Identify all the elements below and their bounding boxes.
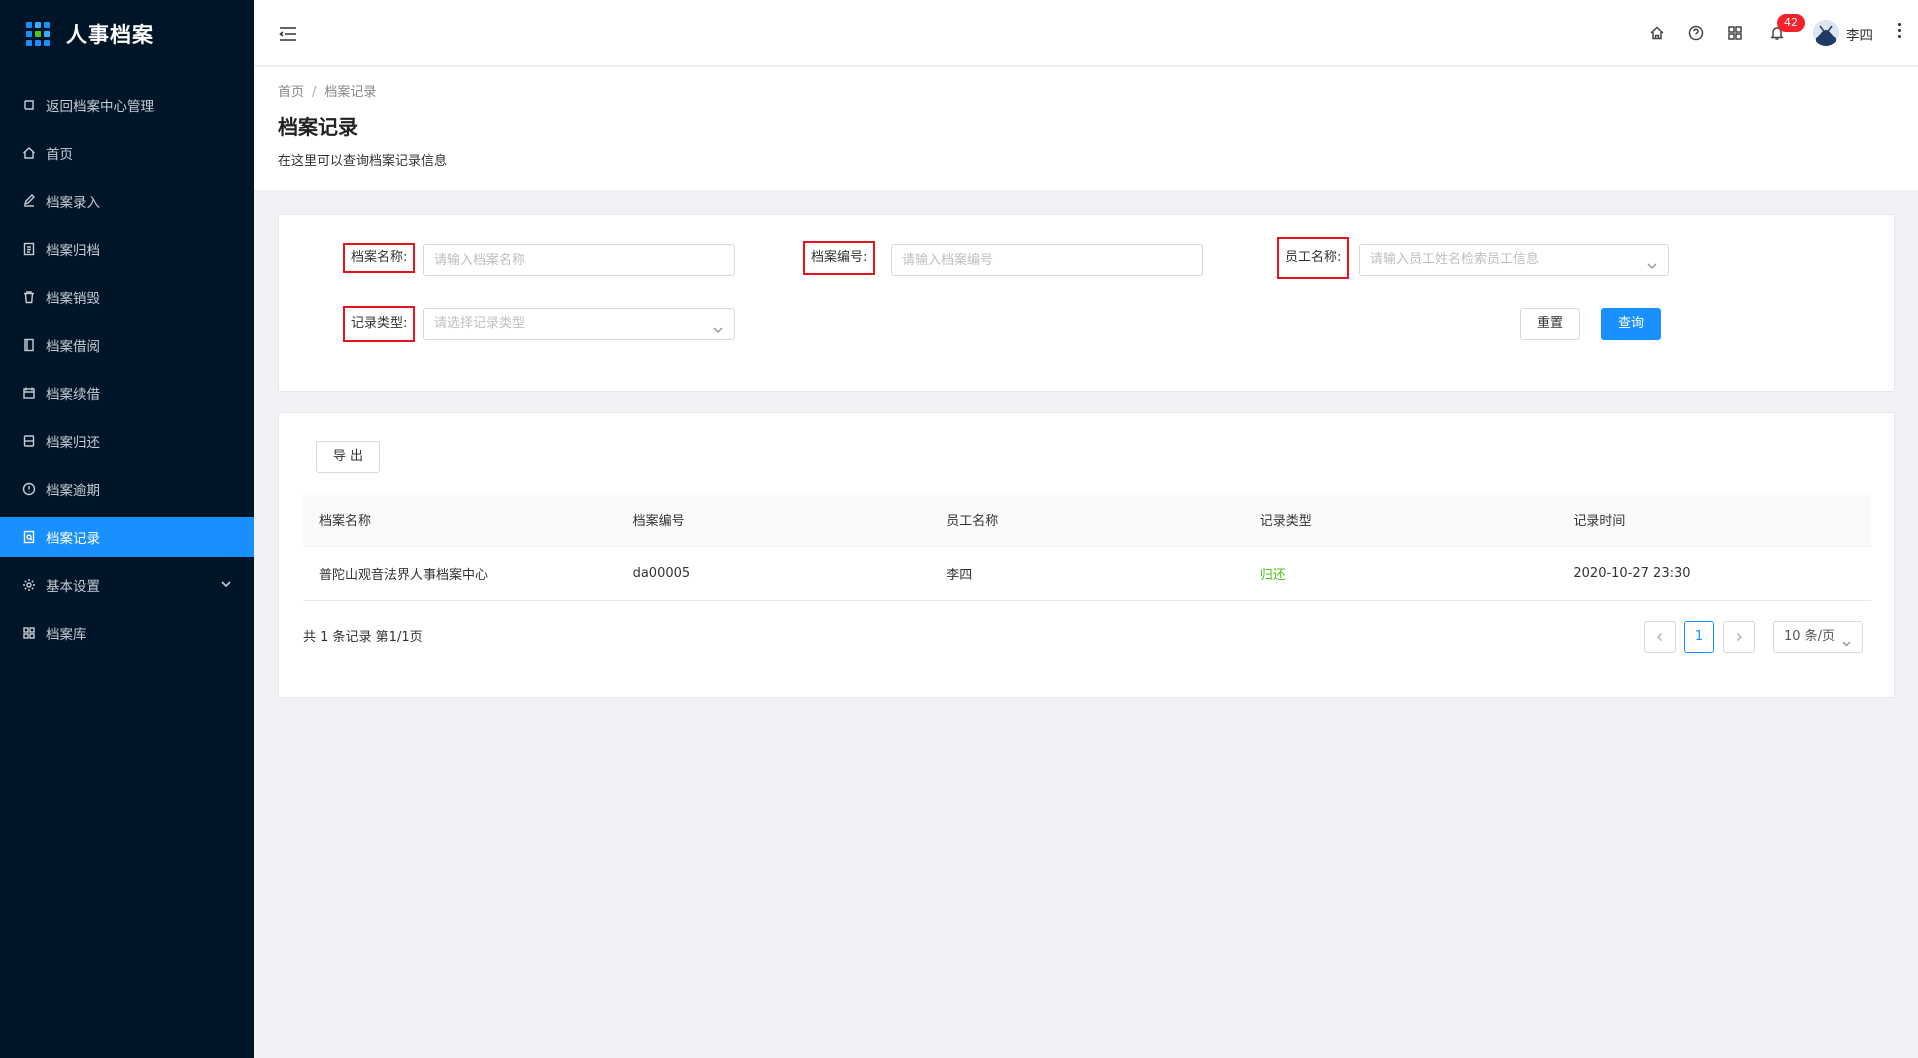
employee-select[interactable]: 请输入员工姓名检索员工信息	[1359, 244, 1669, 276]
sidebar-item-label: 档案借阅	[46, 339, 100, 355]
records-table: 档案名称 档案编号 员工名称 记录类型 记录时间 普陀山观音法界人事档案中心 d…	[303, 493, 1871, 601]
return-box-icon	[22, 434, 36, 448]
search-form: 档案名称: 档案编号: 员工名称: 请输入员工姓名检索员工信息 记录类型: 请选…	[278, 214, 1895, 392]
logo[interactable]: 人事档案	[0, 0, 254, 68]
archive-doc-icon	[22, 242, 36, 256]
sidebar-item-label: 档案归档	[46, 243, 100, 259]
archive-no-label: 档案编号:	[803, 241, 876, 275]
archive-name-label: 档案名称:	[343, 243, 416, 273]
column-header[interactable]: 档案编号	[617, 510, 931, 529]
table-cell: da00005	[632, 566, 691, 581]
sidebar-item-label: 档案续借	[46, 387, 100, 403]
renew-icon	[22, 386, 36, 400]
sidebar-item-label: 档案库	[46, 627, 87, 643]
breadcrumb: 首页 / 档案记录	[278, 81, 376, 100]
edit-icon	[22, 194, 36, 208]
app-title: 人事档案	[66, 23, 154, 47]
page-size-select[interactable]: 10 条/页	[1773, 621, 1863, 653]
archive-name-input[interactable]	[423, 244, 735, 276]
export-button[interactable]: 导 出	[316, 441, 380, 473]
column-header[interactable]: 记录时间	[1557, 510, 1871, 529]
sidebar-item-return-center[interactable]: 返回档案中心管理	[0, 85, 254, 125]
top-header: 42 李四	[254, 0, 1918, 66]
record-type-status: 归还	[1259, 568, 1286, 583]
record-type-select-placeholder: 请选择记录类型	[434, 316, 526, 331]
column-header[interactable]: 员工名称	[930, 510, 1244, 529]
chevron-left-icon	[1656, 632, 1663, 642]
menu-collapse-icon[interactable]	[278, 24, 298, 44]
record-type-label: 记录类型:	[343, 306, 416, 342]
breadcrumb-home[interactable]: 首页	[278, 85, 304, 100]
sidebar-item-label: 档案销毁	[46, 291, 100, 307]
sidebar-item-label: 返回档案中心管理	[46, 99, 154, 115]
sidebar-item-archive-library[interactable]: 档案库	[0, 613, 254, 653]
records-panel: 导 出 档案名称 档案编号 员工名称 记录类型 记录时间 普陀山观音法界人事档案…	[278, 412, 1895, 698]
record-type-select[interactable]: 请选择记录类型	[423, 308, 735, 340]
sidebar-item-label: 档案记录	[46, 531, 100, 547]
sidebar-item-archive-filing[interactable]: 档案归档	[0, 229, 254, 269]
book-icon	[22, 338, 36, 352]
table-cell: 普陀山观音法界人事档案中心	[319, 568, 489, 583]
employee-select-placeholder: 请输入员工姓名检索员工信息	[1370, 252, 1540, 267]
sidebar-item-archive-destroy[interactable]: 档案销毁	[0, 277, 254, 317]
return-icon	[22, 98, 36, 112]
page-header: 首页 / 档案记录 档案记录 在这里可以查询档案记录信息	[254, 67, 1918, 190]
prev-page-button[interactable]	[1644, 621, 1676, 653]
column-header[interactable]: 档案名称	[303, 510, 617, 529]
chevron-right-icon	[1736, 632, 1743, 642]
sidebar-item-archive-overdue[interactable]: 档案逾期	[0, 469, 254, 509]
page-size-value: 10 条/页	[1784, 629, 1836, 644]
table-cell: 李四	[946, 568, 973, 583]
sidebar-item-archive-return[interactable]: 档案归还	[0, 421, 254, 461]
page-title: 档案记录	[278, 115, 358, 139]
sidebar-item-basic-settings[interactable]: 基本设置	[0, 565, 254, 605]
query-button[interactable]: 查询	[1601, 308, 1661, 340]
table-row[interactable]: 普陀山观音法界人事档案中心 da00005 李四 归还 2020-10-27 2…	[303, 547, 1871, 601]
page-description: 在这里可以查询档案记录信息	[278, 154, 448, 169]
trash-icon	[22, 290, 36, 304]
more-vertical-icon[interactable]	[1894, 20, 1904, 40]
column-header[interactable]: 记录类型	[1244, 510, 1558, 529]
gear-icon	[22, 578, 36, 592]
apps-grid-icon	[26, 22, 50, 46]
sidebar-item-label: 档案归还	[46, 435, 100, 451]
table-header-row: 档案名称 档案编号 员工名称 记录类型 记录时间	[303, 493, 1871, 547]
sidebar-item-archive-borrow[interactable]: 档案借阅	[0, 325, 254, 365]
chevron-down-icon	[1646, 254, 1658, 270]
alert-circle-icon	[22, 482, 36, 496]
sidebar: 人事档案 返回档案中心管理 首页 档案录入 档案归档 档案销毁 档案借阅 档案续…	[0, 0, 254, 1058]
breadcrumb-current: 档案记录	[324, 85, 377, 100]
sidebar-item-archive-entry[interactable]: 档案录入	[0, 181, 254, 221]
next-page-button[interactable]	[1723, 621, 1755, 653]
chevron-down-icon	[220, 578, 234, 592]
sidebar-item-archive-record[interactable]: 档案记录	[0, 517, 254, 557]
home-icon	[22, 146, 36, 160]
pagination-summary: 共 1 条记录 第1/1页	[303, 630, 423, 645]
chevron-down-icon	[1841, 631, 1852, 661]
sidebar-item-label: 基本设置	[46, 579, 100, 595]
sidebar-item-home[interactable]: 首页	[0, 133, 254, 173]
grid-icon	[22, 626, 36, 640]
archive-no-input[interactable]	[891, 244, 1203, 276]
sidebar-item-label: 档案录入	[46, 195, 100, 211]
help-icon[interactable]	[1688, 25, 1706, 43]
table-cell: 2020-10-27 23:30	[1573, 566, 1691, 581]
record-icon	[22, 530, 36, 544]
page-number-button[interactable]: 1	[1684, 621, 1714, 653]
home-icon[interactable]	[1649, 25, 1667, 43]
apps-icon[interactable]	[1727, 25, 1745, 43]
avatar[interactable]	[1813, 20, 1839, 46]
sidebar-item-archive-renew[interactable]: 档案续借	[0, 373, 254, 413]
sidebar-item-label: 首页	[46, 147, 73, 163]
sidebar-item-label: 档案逾期	[46, 483, 100, 499]
username[interactable]: 李四	[1846, 24, 1873, 44]
reset-button[interactable]: 重置	[1520, 308, 1580, 340]
breadcrumb-separator: /	[312, 85, 317, 100]
employee-name-label: 员工名称:	[1277, 237, 1350, 279]
notification-badge: 42	[1777, 14, 1805, 32]
chevron-down-icon	[712, 318, 724, 334]
sidebar-menu: 返回档案中心管理 首页 档案录入 档案归档 档案销毁 档案借阅 档案续借 档案归…	[0, 85, 254, 653]
